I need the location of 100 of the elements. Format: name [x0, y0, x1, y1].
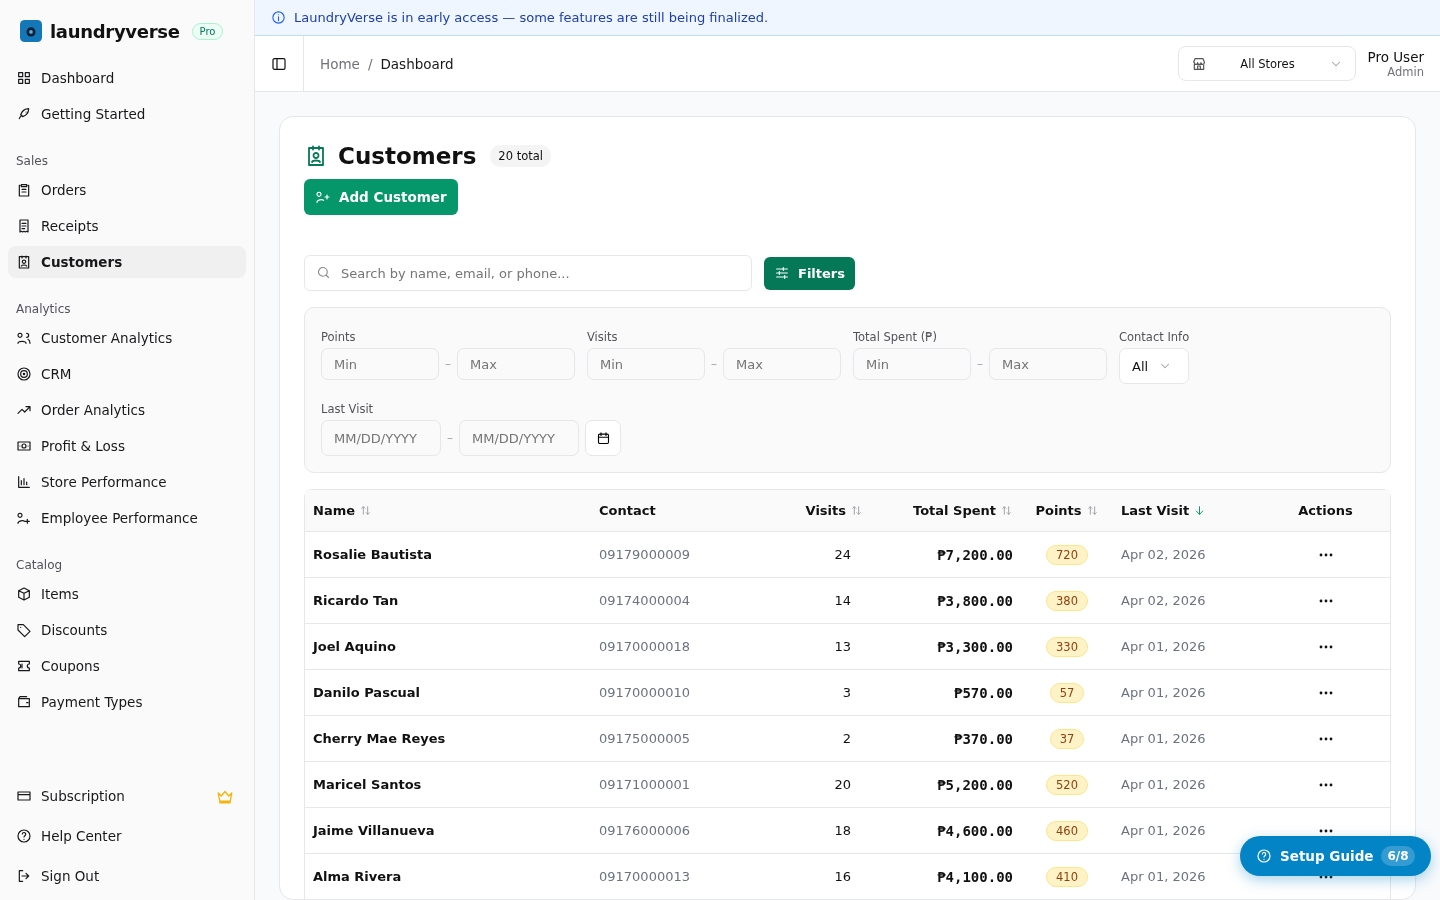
section-title: Sales	[15, 153, 49, 170]
contact-info-select[interactable]: All	[1119, 348, 1190, 384]
table-cell-text: 13	[833, 639, 852, 654]
table-cell-text: ₱3,800.00	[936, 592, 1014, 609]
filter-label: Contact Info	[1119, 330, 1190, 344]
nav-icon	[16, 510, 32, 526]
nav-icon	[16, 622, 32, 638]
more-icon[interactable]	[1318, 598, 1333, 603]
more-icon[interactable]	[1318, 690, 1333, 695]
table-cell-text: 20	[833, 777, 852, 792]
banner-text: LaundryVerse is in early access — some features are still being finalized.	[294, 10, 769, 25]
filter-label: Total Spent (₱)	[853, 330, 938, 344]
breadcrumb-link[interactable]: Home	[320, 55, 360, 72]
range-separator: –	[445, 357, 451, 371]
brand-name: laundryverse	[50, 20, 180, 42]
nav-item[interactable]: Discounts	[8, 614, 246, 646]
min-field[interactable]: Min	[321, 348, 439, 380]
table-cell-text: ₱3,300.00	[936, 638, 1014, 655]
max-field[interactable]: Max	[457, 348, 575, 380]
table-cell-text: Joel Aquino	[311, 639, 397, 654]
calendar-button[interactable]	[585, 420, 621, 456]
nav-item[interactable]: Payment Types	[8, 686, 246, 718]
nav-item[interactable]: Store Performance	[8, 466, 246, 498]
nav-icon	[16, 106, 32, 122]
nav-item[interactable]: Orders	[8, 174, 246, 206]
min-field[interactable]: Min	[587, 348, 705, 380]
count-badge: 20 total	[490, 145, 551, 167]
plan-badge: Pro	[191, 22, 224, 40]
add-customer-button[interactable]: Add Customer	[304, 179, 458, 215]
filter-label: Points	[321, 330, 357, 344]
nav-icon	[16, 694, 32, 710]
nav-icon	[16, 658, 32, 674]
points-badge: 37	[1049, 728, 1085, 749]
table-cell-text: ₱570.00	[953, 684, 1014, 701]
setup-guide-button[interactable]: Setup Guide 6/8	[1240, 836, 1431, 876]
nav-item[interactable]: Profit & Loss	[8, 430, 246, 462]
breadcrumb-separator: /	[367, 55, 373, 72]
points-badge: 330	[1046, 636, 1088, 657]
nav-icon	[16, 330, 32, 346]
table-cell-text: 2	[841, 731, 852, 746]
nav-icon	[16, 218, 32, 234]
column-header[interactable]: Name	[305, 503, 591, 518]
nav-item[interactable]: Customer Analytics	[8, 322, 246, 354]
points-badge: 380	[1046, 590, 1088, 611]
store-select[interactable]: All Stores	[1177, 46, 1356, 81]
table-cell-text: 09170000018	[598, 639, 691, 654]
help-icon	[1256, 848, 1272, 864]
column-header[interactable]: Visits	[791, 503, 871, 518]
nav-item[interactable]: Receipts	[8, 210, 246, 242]
date-field[interactable]: MM/DD/YYYY	[321, 420, 441, 456]
table-cell-text: ₱4,100.00	[936, 868, 1014, 885]
more-icon[interactable]	[1318, 552, 1333, 557]
table-cell-text: 16	[833, 869, 852, 884]
table-cell-text: Maricel Santos	[312, 777, 423, 792]
table-cell-text: Rosalie Bautista	[312, 547, 434, 562]
table-cell-text: Apr 01, 2026	[1120, 685, 1207, 700]
search-field[interactable]: Search by name, email, or phone...	[304, 255, 752, 291]
range-separator: –	[447, 431, 453, 445]
more-icon[interactable]	[1318, 828, 1333, 833]
filter-label: Visits	[587, 330, 619, 344]
points-badge: 520	[1046, 774, 1088, 795]
max-field[interactable]: Max	[723, 348, 841, 380]
table-cell-text: 3	[841, 685, 852, 700]
table-cell-text: 09170000010	[598, 685, 691, 700]
filters-button[interactable]: Filters	[764, 256, 855, 290]
nav-item[interactable]: Coupons	[8, 650, 246, 682]
min-field[interactable]: Min	[853, 348, 971, 380]
nav-icon	[16, 788, 32, 804]
nav-item[interactable]: Items	[8, 578, 246, 610]
table-cell-text: Apr 01, 2026	[1120, 823, 1207, 838]
table-cell-text: ₱4,600.00	[936, 822, 1014, 839]
date-field[interactable]: MM/DD/YYYY	[459, 420, 579, 456]
table-cell-text: Apr 02, 2026	[1120, 547, 1207, 562]
nav-item[interactable]: CRM	[8, 358, 246, 390]
nav-item[interactable]: Help Center	[8, 820, 246, 852]
page-title: Customers	[338, 143, 477, 169]
calendar-icon	[595, 430, 611, 446]
nav-item[interactable]: Subscription	[8, 780, 246, 812]
section-title: Catalog	[15, 557, 64, 574]
max-field[interactable]: Max	[989, 348, 1107, 380]
filter-label: Last Visit	[321, 402, 375, 416]
column-header[interactable]: Last Visit	[1113, 503, 1263, 518]
nav-item[interactable]: Sign Out	[8, 860, 246, 892]
sidebar-toggle-icon[interactable]	[271, 55, 287, 72]
nav-item[interactable]: Getting Started	[8, 98, 246, 130]
nav-icon	[16, 474, 32, 490]
column-header[interactable]: Total Spent	[871, 503, 1021, 518]
more-icon[interactable]	[1318, 644, 1333, 649]
breadcrumb-link[interactable]: Dashboard	[380, 55, 454, 72]
nav-item[interactable]: Employee Performance	[8, 502, 246, 534]
column-header[interactable]: Points	[1021, 503, 1113, 518]
nav-item[interactable]: Customers	[8, 246, 246, 278]
nav-item[interactable]: Dashboard	[8, 62, 246, 94]
table-cell-text: ₱5,200.00	[936, 776, 1014, 793]
points-badge: 720	[1046, 544, 1088, 565]
nav-item[interactable]: Order Analytics	[8, 394, 246, 426]
table-cell-text: Apr 02, 2026	[1120, 593, 1207, 608]
points-badge: 410	[1046, 866, 1088, 887]
more-icon[interactable]	[1318, 782, 1333, 787]
more-icon[interactable]	[1318, 736, 1333, 741]
